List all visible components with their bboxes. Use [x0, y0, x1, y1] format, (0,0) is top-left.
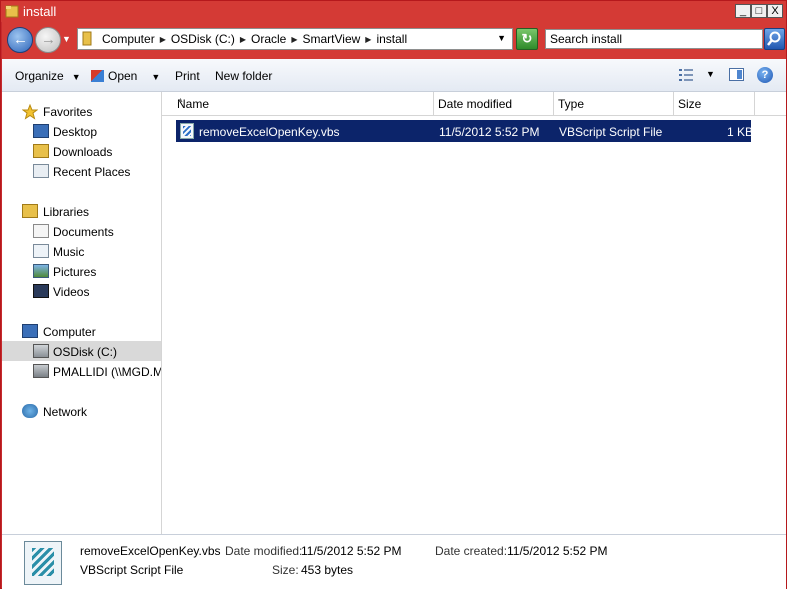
details-size-label: Size:	[272, 563, 299, 577]
chevron-down-icon: ▼	[71, 72, 81, 82]
folder-icon	[5, 5, 19, 18]
help-icon[interactable]: ?	[757, 67, 773, 83]
views-icon[interactable]	[678, 68, 694, 82]
nav-recent-places[interactable]: Recent Places	[2, 161, 161, 181]
details-date-created: 11/5/2012 5:52 PM	[507, 544, 608, 558]
breadcrumb-osdisk[interactable]: OSDisk (C:)	[169, 32, 237, 46]
nav-pictures[interactable]: Pictures	[2, 261, 161, 281]
recent-pages-dropdown[interactable]: ▼	[62, 34, 71, 44]
address-bar[interactable]: Computer ▶ OSDisk (C:) ▶ Oracle ▶ SmartV…	[77, 28, 513, 50]
refresh-button[interactable]: ↻	[516, 28, 538, 50]
videos-icon	[33, 284, 49, 298]
chevron-down-icon[interactable]: ▼	[706, 69, 715, 79]
column-type[interactable]: Type	[554, 92, 674, 115]
breadcrumb-smartview[interactable]: SmartView	[301, 32, 363, 46]
nav-libraries[interactable]: Libraries	[2, 201, 161, 221]
nav-documents[interactable]: Documents	[2, 221, 161, 241]
chevron-down-icon[interactable]: ▼	[497, 33, 506, 43]
network-icon	[22, 404, 38, 418]
file-type: VBScript Script File	[559, 125, 663, 139]
command-bar: Organize ▼ Open ▼ Print New folder ▼ ?	[2, 59, 786, 92]
table-row[interactable]: removeExcelOpenKey.vbs 11/5/2012 5:52 PM…	[176, 120, 754, 142]
nav-favorites[interactable]: Favorites	[2, 101, 161, 121]
breadcrumb-install[interactable]: install	[374, 32, 409, 46]
breadcrumb: Computer ▶ OSDisk (C:) ▶ Oracle ▶ SmartV…	[100, 32, 409, 46]
nav-downloads[interactable]: Downloads	[2, 141, 161, 161]
explorer-window: install _ □ X ← → ▼ Computer ▶ OSDisk (C…	[0, 0, 787, 589]
nav-osdisk[interactable]: OSDisk (C:)	[2, 341, 161, 361]
sort-ascending-icon: ▲	[177, 97, 184, 104]
open-button[interactable]: Open ▼	[91, 69, 160, 83]
vbscript-file-icon	[180, 123, 194, 139]
file-name: removeExcelOpenKey.vbs	[199, 125, 340, 139]
organize-button[interactable]: Organize ▼	[15, 69, 81, 83]
nav-desktop[interactable]: Desktop	[2, 121, 161, 141]
computer-icon	[22, 324, 38, 338]
chevron-right-icon[interactable]: ▶	[362, 35, 374, 44]
details-date-created-label: Date created:	[435, 544, 508, 558]
vbscript-file-icon	[24, 541, 62, 585]
title-bar: install _ □ X	[1, 1, 786, 22]
nav-network[interactable]: Network	[2, 401, 161, 421]
details-filetype: VBScript Script File	[80, 563, 184, 577]
column-name[interactable]: Name ▲	[162, 92, 434, 115]
network-drive-icon	[33, 364, 49, 378]
documents-icon	[33, 224, 49, 238]
print-button[interactable]: Print	[175, 69, 200, 83]
search-box	[545, 29, 763, 49]
downloads-folder-icon	[33, 144, 49, 158]
open-icon	[91, 70, 104, 82]
window-title: install	[23, 4, 57, 19]
column-date-modified[interactable]: Date modified	[434, 92, 554, 115]
chevron-right-icon[interactable]: ▶	[157, 35, 169, 44]
nav-network-drive[interactable]: PMALLIDI (\\MGD.MRS	[2, 361, 161, 381]
search-button[interactable]	[764, 28, 785, 50]
back-arrow-icon: ←	[13, 31, 28, 48]
details-filename: removeExcelOpenKey.vbs	[80, 544, 221, 558]
details-date-modified-label: Date modified:	[225, 544, 303, 558]
file-size: 1 KB	[727, 125, 754, 139]
preview-pane-icon[interactable]	[729, 68, 744, 81]
star-icon	[21, 103, 39, 120]
drive-icon	[33, 344, 49, 358]
chevron-right-icon[interactable]: ▶	[288, 35, 300, 44]
minimize-button[interactable]: _	[735, 4, 751, 18]
nav-computer[interactable]: Computer	[2, 321, 161, 341]
file-list: Name ▲ Date modified Type Size removeExc…	[162, 92, 786, 534]
maximize-button[interactable]: □	[751, 4, 767, 18]
navigation-pane: Favorites Desktop Downloads Recent Place…	[2, 92, 162, 534]
chevron-right-icon[interactable]: ▶	[237, 35, 249, 44]
close-button[interactable]: X	[767, 4, 783, 18]
back-button[interactable]: ←	[7, 27, 33, 53]
details-date-modified: 11/5/2012 5:52 PM	[301, 544, 402, 558]
details-pane: removeExcelOpenKey.vbs VBScript Script F…	[2, 534, 786, 589]
file-date-modified: 11/5/2012 5:52 PM	[439, 125, 540, 139]
folder-icon	[82, 31, 92, 46]
breadcrumb-computer[interactable]: Computer	[100, 32, 157, 46]
desktop-icon	[33, 124, 49, 138]
pictures-icon	[33, 264, 49, 278]
nav-music[interactable]: Music	[2, 241, 161, 261]
recent-places-icon	[33, 164, 49, 178]
breadcrumb-oracle[interactable]: Oracle	[249, 32, 288, 46]
column-header: Name ▲ Date modified Type Size	[162, 92, 786, 116]
forward-button[interactable]: →	[35, 27, 61, 53]
nav-videos[interactable]: Videos	[2, 281, 161, 301]
libraries-icon	[22, 204, 38, 218]
chevron-down-icon[interactable]: ▼	[151, 72, 160, 82]
details-size: 453 bytes	[301, 563, 354, 577]
address-row: ← → ▼ Computer ▶ OSDisk (C:) ▶ Oracle ▶ …	[2, 22, 786, 59]
column-size[interactable]: Size	[674, 92, 755, 115]
search-input[interactable]	[550, 31, 750, 47]
search-icon	[767, 31, 781, 46]
forward-arrow-icon: →	[41, 31, 56, 48]
refresh-icon: ↻	[521, 31, 533, 46]
new-folder-button[interactable]: New folder	[215, 69, 272, 83]
music-icon	[33, 244, 49, 258]
